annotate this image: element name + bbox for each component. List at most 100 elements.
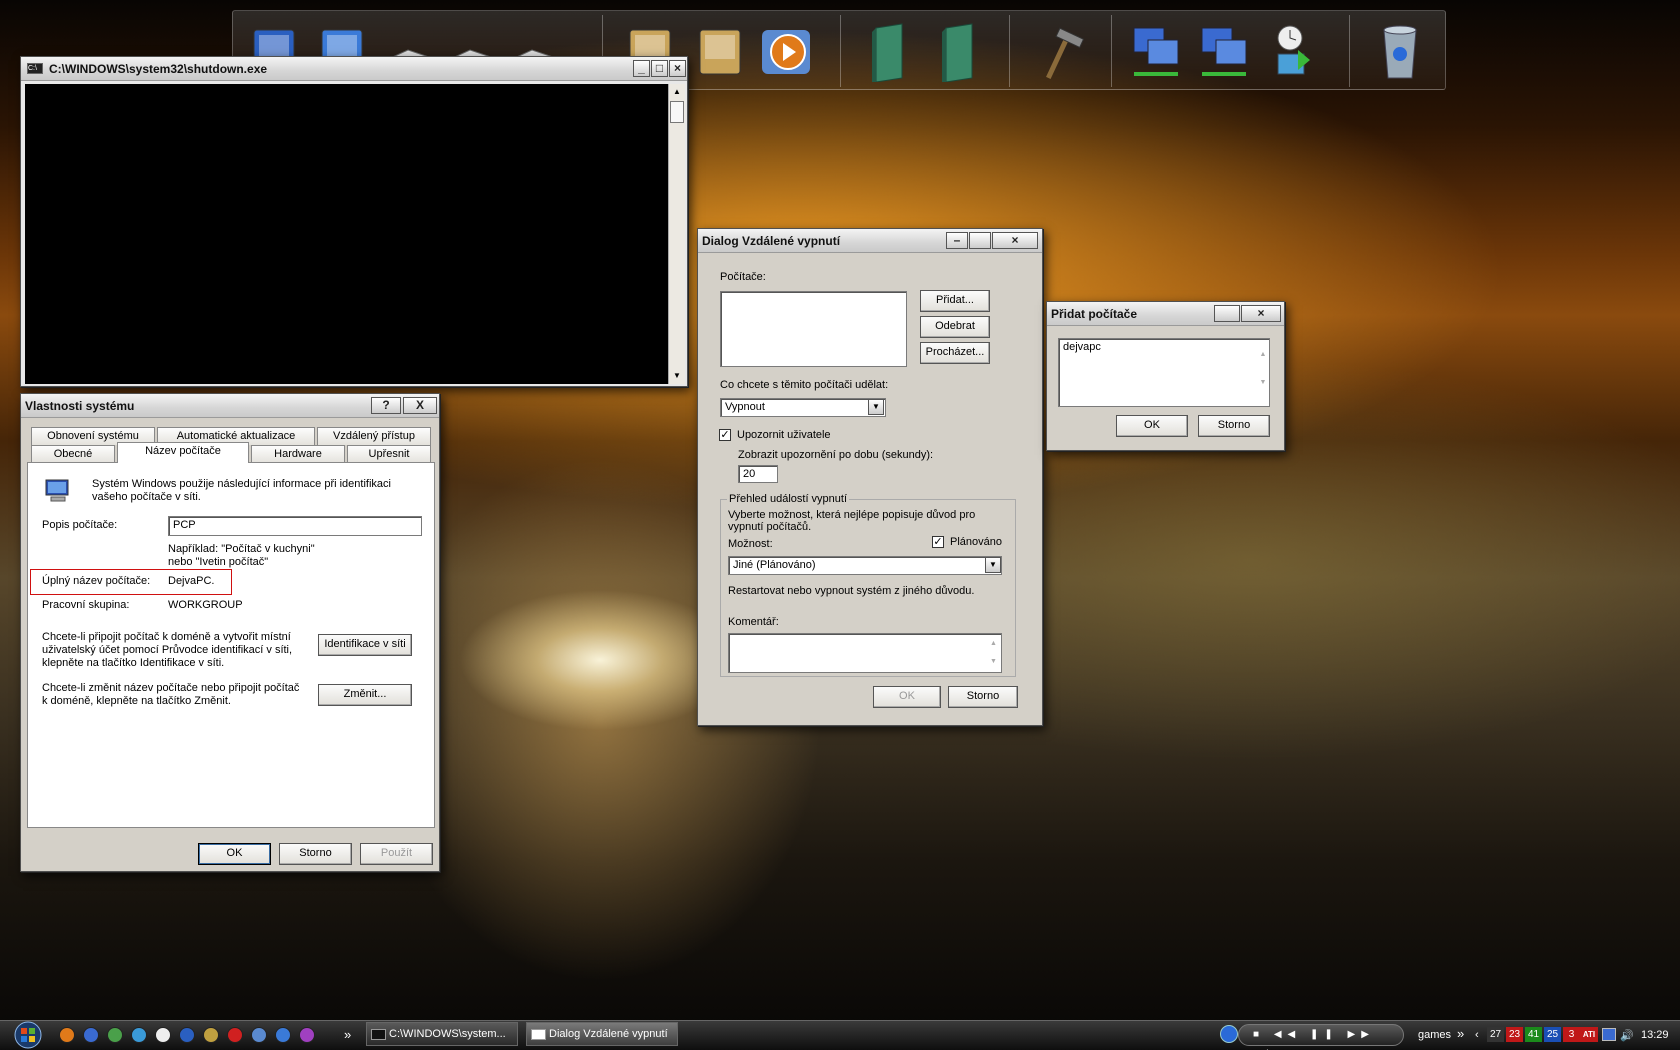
tray-counter[interactable]: 3: [1563, 1027, 1580, 1042]
ok-button[interactable]: OK: [1116, 415, 1188, 437]
cmd-titlebar[interactable]: C:\ C:\WINDOWS\system32\shutdown.exe _ □…: [21, 57, 687, 81]
ok-button[interactable]: OK: [873, 686, 941, 708]
taskbar-item-cmd[interactable]: C:\WINDOWS\system...: [366, 1022, 518, 1046]
reason-text: Restartovat nebo vypnout systém z jiného…: [728, 585, 975, 597]
sysprops-title: Vlastnosti systému: [25, 399, 135, 413]
sysprops-titlebar[interactable]: Vlastnosti systému ? X: [21, 394, 439, 418]
help-button[interactable]: ?: [371, 397, 401, 414]
antivirus-icon[interactable]: [203, 1027, 219, 1043]
media-icon[interactable]: [275, 1027, 291, 1043]
example-text: Například: "Počítač v kuchyni": [168, 543, 315, 555]
toolbar-more[interactable]: »: [1457, 1026, 1464, 1041]
opera-icon[interactable]: [227, 1027, 243, 1043]
cancel-button[interactable]: Storno: [279, 843, 352, 865]
full-name-value: DejvaPC.: [168, 575, 215, 587]
task-label: Dialog Vzdálené vypnutí: [549, 1028, 668, 1040]
option-label: Možnost:: [728, 538, 773, 550]
addpc-titlebar[interactable]: Přidat počítače ×: [1047, 302, 1284, 326]
media-button-icon[interactable]: [1220, 1025, 1238, 1043]
minimize-button[interactable]: _: [633, 60, 650, 77]
tab-hardware[interactable]: Hardware: [251, 445, 345, 463]
network-icon[interactable]: [1127, 19, 1185, 83]
planned-checkbox[interactable]: ✓: [932, 536, 944, 548]
network-connections-icon[interactable]: [1195, 19, 1253, 83]
change-button[interactable]: Změnit...: [318, 684, 412, 706]
cmd-window[interactable]: C:\ C:\WINDOWS\system32\shutdown.exe _ □…: [20, 56, 688, 387]
maximize-button[interactable]: [969, 232, 991, 249]
messenger-icon[interactable]: [131, 1027, 147, 1043]
apply-button[interactable]: Použít: [360, 843, 433, 865]
full-name-label: Úplný název počítače:: [42, 575, 151, 587]
scroll-thumb[interactable]: [670, 101, 684, 123]
option-select[interactable]: Jiné (Plánováno): [728, 556, 1002, 575]
remove-button[interactable]: Odebrat: [920, 316, 990, 338]
toolbar-games[interactable]: games: [1418, 1029, 1451, 1041]
scroll-down-icon[interactable]: ▼: [669, 368, 685, 384]
tray-counter[interactable]: 41: [1525, 1027, 1542, 1042]
book-icon[interactable]: [861, 19, 919, 83]
ok-button[interactable]: OK: [198, 843, 271, 865]
taskbar-item-remote-shutdown[interactable]: Dialog Vzdálené vypnutí: [526, 1022, 678, 1046]
add-button[interactable]: Přidat...: [920, 290, 990, 312]
add-computers-dialog[interactable]: Přidat počítače × dejvapc ▲ ▼ OK Storno: [1046, 301, 1285, 451]
writer-icon[interactable]: [83, 1027, 99, 1043]
remote-shutdown-dialog[interactable]: Dialog Vzdálené vypnutí – × Počítače: Př…: [697, 228, 1043, 726]
cancel-button[interactable]: Storno: [1198, 415, 1270, 437]
description-input[interactable]: PCP: [168, 516, 422, 536]
ati-icon[interactable]: ATI: [1580, 1027, 1598, 1042]
warn-users-checkbox[interactable]: ✓: [719, 429, 731, 441]
tab-advanced[interactable]: Upřesnit: [347, 445, 431, 463]
tab-general[interactable]: Obecné: [31, 445, 115, 463]
action-select[interactable]: Vypnout: [720, 398, 886, 417]
chevron-down-icon[interactable]: ▼: [985, 557, 1001, 573]
textarea-scrollbar[interactable]: ▲ ▼: [1257, 341, 1269, 404]
firefox-icon[interactable]: [59, 1027, 75, 1043]
tab-remote-access[interactable]: Vzdálený přístup: [317, 427, 431, 445]
media-controls[interactable]: ■ ◀◀ ❚❚ ▶▶ ◀): [1238, 1024, 1404, 1050]
system-properties-dialog[interactable]: Vlastnosti systému ? X Obnovení systému …: [20, 393, 440, 872]
computer-names-textarea[interactable]: dejvapc: [1058, 338, 1270, 407]
comment-textarea[interactable]: [728, 633, 1002, 673]
close-button[interactable]: ×: [992, 232, 1038, 249]
tray-counter[interactable]: 23: [1506, 1027, 1523, 1042]
tree-icon[interactable]: [107, 1027, 123, 1043]
maximize-button[interactable]: [1214, 305, 1240, 322]
console-output[interactable]: [25, 84, 668, 384]
quicklaunch-more[interactable]: »: [344, 1027, 351, 1042]
close-button[interactable]: X: [403, 397, 437, 414]
tab-computer-name[interactable]: Název počítače: [117, 442, 249, 463]
chevron-down-icon[interactable]: ▼: [868, 399, 884, 415]
computers-list[interactable]: [720, 291, 907, 367]
network-id-text: Chcete-li připojit počítač k doméně a vy…: [42, 631, 293, 669]
media-player-icon[interactable]: [757, 19, 815, 83]
network-tray-icon[interactable]: [1602, 1028, 1616, 1041]
start-button[interactable]: [4, 1020, 46, 1050]
hammer-icon[interactable]: [1029, 19, 1087, 83]
close-button[interactable]: ×: [669, 60, 686, 77]
book-icon[interactable]: [931, 19, 989, 83]
media-folder-icon[interactable]: [691, 19, 749, 83]
minimize-button[interactable]: –: [946, 232, 968, 249]
remote-desktop-icon[interactable]: [251, 1027, 267, 1043]
clock-icon[interactable]: [1263, 19, 1321, 83]
dock-separator: [840, 15, 841, 87]
tray-expand-icon[interactable]: ‹: [1475, 1029, 1479, 1041]
scroll-up-icon[interactable]: ▲: [669, 84, 685, 100]
thunderbird-icon[interactable]: [179, 1027, 195, 1043]
chat-icon[interactable]: [155, 1027, 171, 1043]
scrollbar[interactable]: ▲ ▼: [668, 84, 685, 384]
timeout-input[interactable]: 20: [738, 465, 778, 483]
recycle-bin-icon[interactable]: [1371, 19, 1429, 83]
tray-counter[interactable]: 25: [1544, 1027, 1561, 1042]
network-id-button[interactable]: Identifikace v síti: [318, 634, 412, 656]
comment-scrollbar[interactable]: ▲ ▼: [987, 635, 1000, 671]
action-label: Co chcete s těmito počítači udělat:: [720, 379, 889, 391]
cancel-button[interactable]: Storno: [948, 686, 1018, 708]
close-button[interactable]: ×: [1241, 305, 1281, 322]
winamp-icon[interactable]: [299, 1027, 315, 1043]
remote-titlebar[interactable]: Dialog Vzdálené vypnutí – ×: [698, 229, 1042, 253]
maximize-button[interactable]: □: [651, 60, 668, 77]
tray-counter[interactable]: 27: [1487, 1027, 1504, 1042]
browse-button[interactable]: Procházet...: [920, 342, 990, 364]
volume-icon[interactable]: 🔊: [1620, 1029, 1634, 1042]
